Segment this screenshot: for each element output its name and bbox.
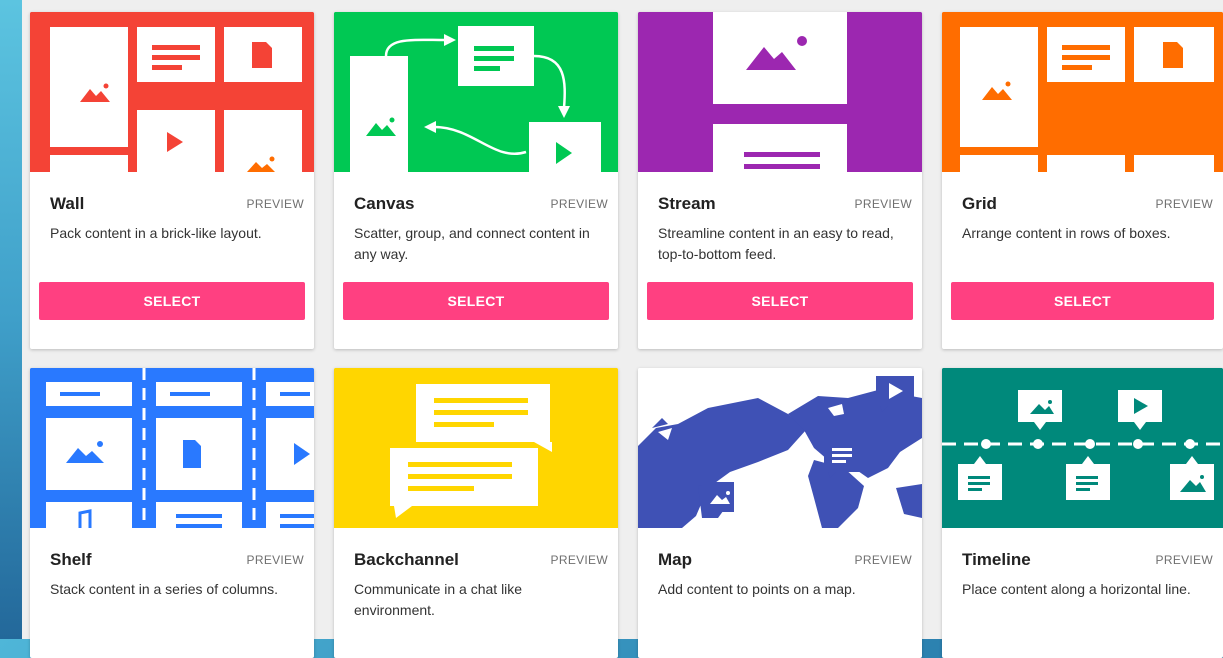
card-header: Grid PREVIEW bbox=[942, 172, 1223, 214]
card-description: Place content along a horizontal line. bbox=[962, 581, 1191, 597]
select-button[interactable]: SELECT bbox=[951, 282, 1214, 320]
preview-link[interactable]: PREVIEW bbox=[855, 553, 912, 567]
card-title: Wall bbox=[50, 194, 85, 213]
map-illustration bbox=[638, 368, 922, 528]
shelf-illustration bbox=[30, 368, 314, 528]
layout-card-wall: Wall PREVIEW Pack content in a brick-lik… bbox=[30, 12, 314, 349]
card-description: Pack content in a brick-like layout. bbox=[50, 225, 262, 241]
layout-card-stream: Stream PREVIEW Streamline content in an … bbox=[638, 12, 922, 349]
preview-link[interactable]: PREVIEW bbox=[1156, 197, 1213, 211]
layout-card-shelf: Shelf PREVIEW Stack content in a series … bbox=[30, 368, 314, 658]
layout-card-timeline: Timeline PREVIEW Place content along a h… bbox=[942, 368, 1223, 658]
grid-thumbnail[interactable] bbox=[942, 12, 1223, 172]
card-header: Timeline PREVIEW bbox=[942, 528, 1223, 570]
timeline-thumbnail[interactable] bbox=[942, 368, 1223, 528]
layout-gallery: Wall PREVIEW Pack content in a brick-lik… bbox=[22, 0, 1223, 658]
preview-link[interactable]: PREVIEW bbox=[1156, 553, 1213, 567]
backchannel-thumbnail[interactable] bbox=[334, 368, 618, 528]
layout-card-map: Map PREVIEW Add content to points on a m… bbox=[638, 368, 922, 658]
preview-link[interactable]: PREVIEW bbox=[551, 553, 608, 567]
card-title: Grid bbox=[962, 194, 997, 213]
preview-link[interactable]: PREVIEW bbox=[247, 197, 304, 211]
preview-link[interactable]: PREVIEW bbox=[247, 553, 304, 567]
map-thumbnail[interactable] bbox=[638, 368, 922, 528]
canvas-illustration bbox=[334, 12, 618, 172]
stream-thumbnail[interactable] bbox=[638, 12, 922, 172]
grid-illustration bbox=[942, 12, 1223, 172]
background-edge bbox=[0, 0, 22, 639]
shelf-thumbnail[interactable] bbox=[30, 368, 314, 528]
select-button[interactable]: SELECT bbox=[39, 282, 305, 320]
timeline-illustration bbox=[942, 368, 1223, 528]
card-title: Canvas bbox=[354, 194, 415, 213]
canvas-thumbnail[interactable] bbox=[334, 12, 618, 172]
stream-illustration bbox=[638, 12, 922, 172]
card-title: Backchannel bbox=[354, 550, 459, 569]
card-description: Arrange content in rows of boxes. bbox=[962, 225, 1171, 241]
preview-link[interactable]: PREVIEW bbox=[551, 197, 608, 211]
card-title: Timeline bbox=[962, 550, 1031, 569]
wall-thumbnail[interactable] bbox=[30, 12, 314, 172]
preview-link[interactable]: PREVIEW bbox=[855, 197, 912, 211]
card-description: Add content to points on a map. bbox=[658, 581, 856, 597]
card-header: Map PREVIEW bbox=[638, 528, 922, 570]
select-button[interactable]: SELECT bbox=[343, 282, 609, 320]
card-header: Shelf PREVIEW bbox=[30, 528, 314, 570]
card-header: Backchannel PREVIEW bbox=[334, 528, 618, 570]
card-header: Wall PREVIEW bbox=[30, 172, 314, 214]
layout-card-backchannel: Backchannel PREVIEW Communicate in a cha… bbox=[334, 368, 618, 658]
backchannel-illustration bbox=[334, 368, 618, 528]
layout-card-canvas: Canvas PREVIEW Scatter, group, and conne… bbox=[334, 12, 618, 349]
card-header: Canvas PREVIEW bbox=[334, 172, 618, 214]
card-title: Shelf bbox=[50, 550, 92, 569]
card-description: Streamline content in an easy to read, t… bbox=[658, 225, 894, 262]
card-description: Scatter, group, and connect content in a… bbox=[354, 225, 590, 262]
card-header: Stream PREVIEW bbox=[638, 172, 922, 214]
card-description: Communicate in a chat like environment. bbox=[354, 581, 523, 618]
select-button[interactable]: SELECT bbox=[647, 282, 913, 320]
layout-card-grid: Grid PREVIEW Arrange content in rows of … bbox=[942, 12, 1223, 349]
card-title: Map bbox=[658, 550, 692, 569]
card-description: Stack content in a series of columns. bbox=[50, 581, 278, 597]
wall-illustration bbox=[30, 12, 314, 172]
card-title: Stream bbox=[658, 194, 716, 213]
